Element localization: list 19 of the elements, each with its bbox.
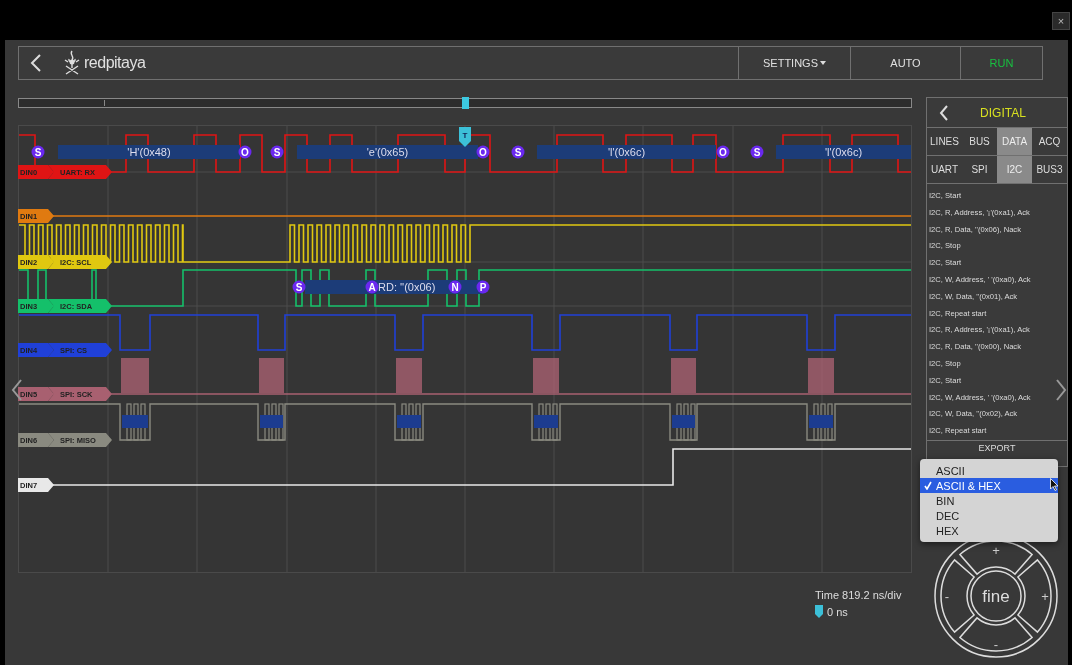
protocol-marker: P <box>476 280 490 294</box>
protocol-marker: S <box>292 280 306 294</box>
protocol-marker: A <box>365 280 379 294</box>
decoded-byte: 'H'(0x48) <box>58 145 240 159</box>
protocol-marker: S <box>270 145 284 159</box>
protocol-marker: O <box>476 145 490 159</box>
time-scale: Time 819.2 ns/div <box>815 589 902 601</box>
protocol-marker: O <box>238 145 252 159</box>
protocol-marker: S <box>31 145 45 159</box>
logo-text: redpitaya <box>84 54 146 72</box>
decoded-byte: 'l'(0x6c) <box>776 145 911 159</box>
panel-title: DIGITAL <box>979 105 1027 120</box>
trigger-offset: 0 ns <box>827 605 848 618</box>
protocol-marker: S <box>750 145 764 159</box>
protocol-marker: N <box>448 280 462 294</box>
protocol-marker: O <box>716 145 730 159</box>
decoded-byte: 'l'(0x6c) <box>537 145 716 159</box>
decoded-byte: 'e'(0x65) <box>297 145 478 159</box>
protocol-marker: S <box>511 145 525 159</box>
